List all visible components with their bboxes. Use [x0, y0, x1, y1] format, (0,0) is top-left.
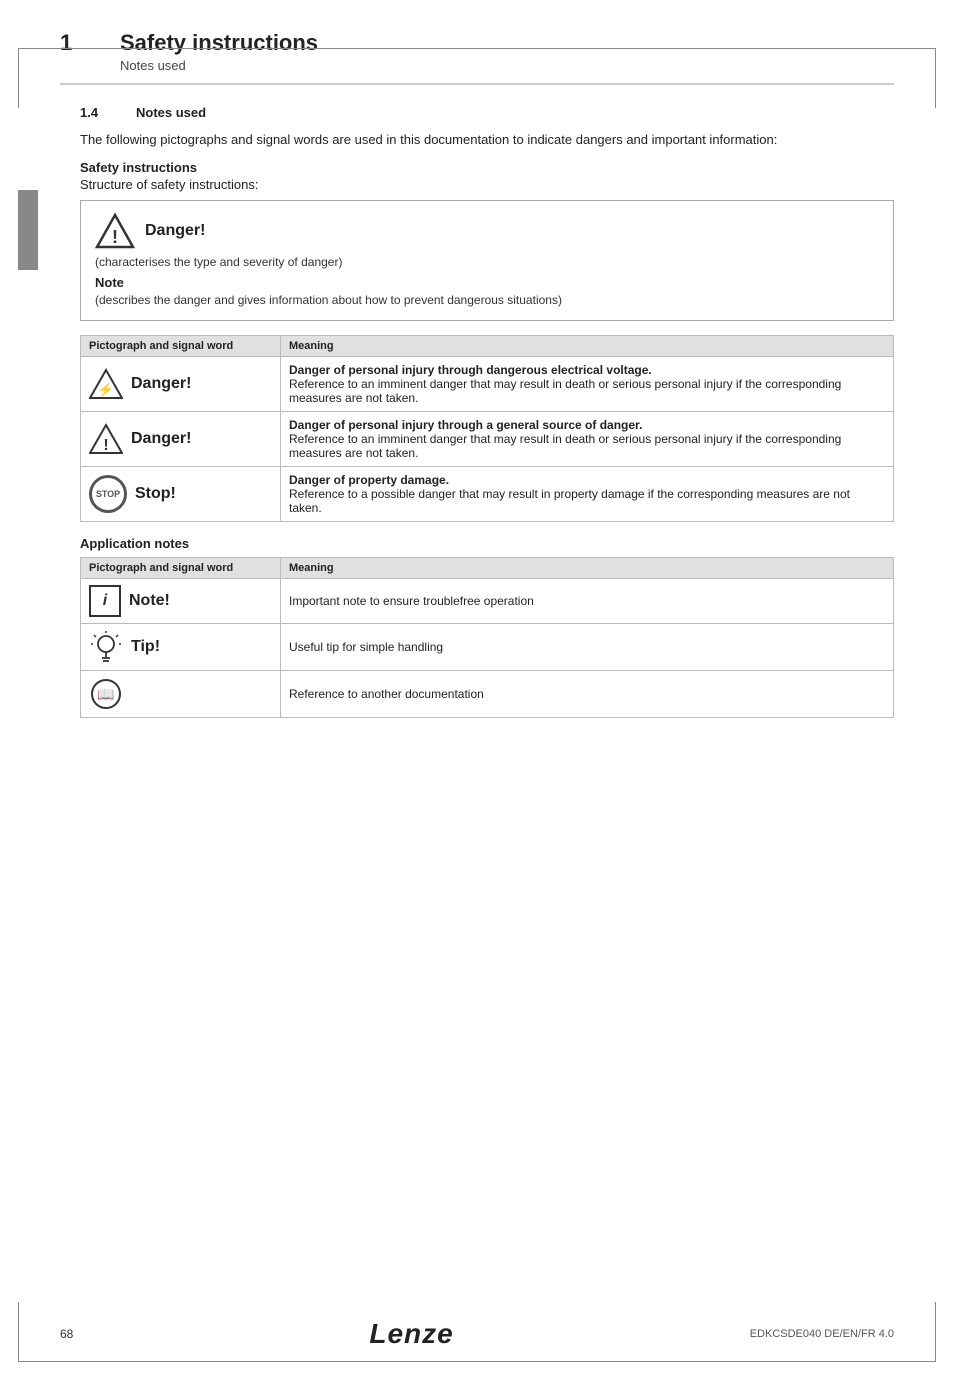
note-icon: i	[89, 585, 121, 617]
table-row: Tip! Useful tip for simple handling	[81, 624, 894, 671]
note-label: Note	[95, 275, 879, 290]
svg-text:⚡: ⚡	[98, 382, 114, 398]
application-table: Pictograph and signal word Meaning i Not…	[80, 557, 894, 718]
svg-text:📖: 📖	[97, 686, 114, 702]
safety-row1-icon-cell: ⚡ Danger!	[81, 357, 281, 412]
app-row3-icon-cell: 📖	[81, 671, 281, 718]
safety-row3-bold: Danger of property damage.	[289, 473, 449, 487]
safety-row2-meaning: Danger of personal injury through a gene…	[281, 412, 894, 467]
safety-row1-meaning: Danger of personal injury through danger…	[281, 357, 894, 412]
safety-row2-signal: Danger!	[131, 430, 191, 448]
table-row: ! Danger! Danger of personal injury thro…	[81, 412, 894, 467]
electric-danger-icon: ⚡	[89, 367, 123, 401]
table-row: i Note! Important note to ensure trouble…	[81, 579, 894, 624]
page-border-right-bottom	[935, 1302, 936, 1362]
chapter-number: 1	[60, 30, 100, 56]
safety-row3-rest: Reference to a possible danger that may …	[289, 487, 850, 515]
safety-row1-signal: Danger!	[131, 375, 191, 393]
section-number: 1.4	[80, 105, 120, 120]
note-text: (describes the danger and gives informat…	[95, 292, 879, 309]
page-border-left-bottom	[18, 1302, 19, 1362]
table-row: 📖 Reference to another documentation	[81, 671, 894, 718]
safety-instructions-label: Safety instructions	[80, 160, 894, 175]
safety-row2-bold: Danger of personal injury through a gene…	[289, 418, 642, 432]
page-number: 68	[60, 1327, 73, 1341]
chapter-title: Safety instructions	[120, 30, 318, 56]
lenze-logo: Lenze	[369, 1318, 453, 1350]
svg-text:!: !	[112, 227, 118, 247]
safety-col1-header: Pictograph and signal word	[81, 336, 281, 357]
app-row3-meaning: Reference to another documentation	[281, 671, 894, 718]
danger-box-subtitle: (characterises the type and severity of …	[95, 255, 879, 269]
safety-row1-bold: Danger of personal injury through danger…	[289, 363, 652, 377]
app-row1-meaning: Important note to ensure troublefree ope…	[281, 579, 894, 624]
section-header: 1.4 Notes used	[80, 105, 894, 120]
safety-row2-icon-cell: ! Danger!	[81, 412, 281, 467]
page-border-bottom	[18, 1361, 936, 1362]
app-row2-meaning: Useful tip for simple handling	[281, 624, 894, 671]
page-border-top	[18, 48, 936, 49]
app-row2-signal: Tip!	[131, 638, 160, 656]
danger-triangle-icon: !	[95, 211, 135, 251]
page-footer: 68 Lenze EDKCSDE040 DE/EN/FR 4.0	[60, 1318, 894, 1350]
intro-text: The following pictographs and signal wor…	[80, 130, 894, 150]
tip-icon	[89, 630, 123, 664]
doc-code: EDKCSDE040 DE/EN/FR 4.0	[750, 1328, 894, 1340]
safety-row3-signal: Stop!	[135, 485, 176, 503]
page-header: 1 Safety instructions Notes used	[60, 30, 894, 85]
safety-row1-rest: Reference to an imminent danger that may…	[289, 377, 841, 405]
app-col1-header: Pictograph and signal word	[81, 558, 281, 579]
safety-table: Pictograph and signal word Meaning ⚡ Dan…	[80, 335, 894, 522]
left-accent-bar	[18, 190, 38, 270]
app-row1-icon-cell: i Note!	[81, 579, 281, 624]
danger-example-box: ! Danger! (characterises the type and se…	[80, 200, 894, 322]
danger-box-header: ! Danger!	[95, 211, 879, 251]
page-border-right-top	[935, 48, 936, 108]
table-row: ⚡ Danger! Danger of personal injury thro…	[81, 357, 894, 412]
safety-row3-meaning: Danger of property damage. Reference to …	[281, 467, 894, 522]
chapter-subtitle: Notes used	[120, 58, 894, 73]
structure-label: Structure of safety instructions:	[80, 177, 894, 192]
section-title: Notes used	[136, 105, 206, 120]
stop-icon: STOP	[89, 475, 127, 513]
safety-row3-icon-cell: STOP Stop!	[81, 467, 281, 522]
app-row1-signal: Note!	[129, 592, 170, 610]
main-content: 1.4 Notes used The following pictographs…	[80, 105, 894, 718]
page-border-left-top	[18, 48, 19, 108]
svg-text:!: !	[103, 437, 108, 454]
danger-box-title: Danger!	[145, 222, 205, 240]
safety-row2-rest: Reference to an imminent danger that may…	[289, 432, 841, 460]
general-danger-icon: !	[89, 422, 123, 456]
table-row: STOP Stop! Danger of property damage. Re…	[81, 467, 894, 522]
reference-icon: 📖	[89, 677, 123, 711]
section-body: The following pictographs and signal wor…	[80, 130, 894, 718]
app-col2-header: Meaning	[281, 558, 894, 579]
safety-col2-header: Meaning	[281, 336, 894, 357]
app-row2-icon-cell: Tip!	[81, 624, 281, 671]
application-notes-title: Application notes	[80, 536, 894, 551]
